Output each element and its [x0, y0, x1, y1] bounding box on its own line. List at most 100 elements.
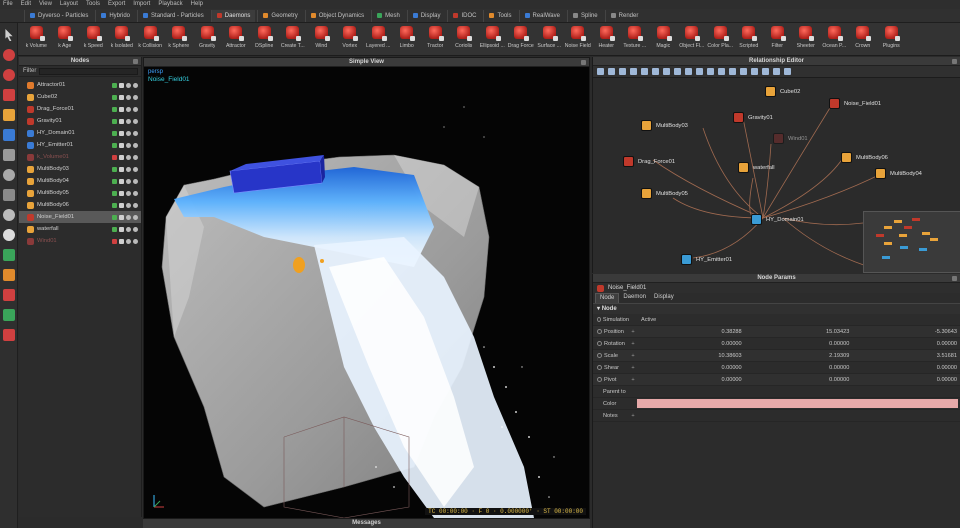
- pivot-y-field[interactable]: 0.00000: [745, 377, 853, 383]
- render-flag-icon[interactable]: [126, 238, 131, 244]
- scale-y-field[interactable]: 2.19309: [745, 353, 853, 359]
- select-tool-icon[interactable]: [5, 29, 13, 41]
- pencil-tool-icon[interactable]: [3, 109, 15, 121]
- expand-icon[interactable]: +: [629, 353, 637, 359]
- node-item-drag-force01[interactable]: Drag_Force01: [19, 103, 141, 115]
- visibility-flag-icon[interactable]: [119, 178, 124, 184]
- tool-object-fl[interactable]: Object Fl...: [678, 23, 707, 56]
- tool-heater[interactable]: Heater: [592, 23, 621, 56]
- tab-mesh[interactable]: Mesh: [371, 9, 405, 22]
- panel-close-icon[interactable]: [952, 276, 957, 281]
- graph-minimap[interactable]: [863, 211, 960, 273]
- tool-k-collision[interactable]: k Collision: [136, 23, 165, 56]
- node-item-gravity01[interactable]: Gravity01: [19, 115, 141, 127]
- simulation-flag-icon[interactable]: [112, 238, 117, 244]
- brush-tool-icon[interactable]: [3, 249, 15, 261]
- visibility-flag-icon[interactable]: [119, 82, 124, 88]
- tab-daemons[interactable]: Daemons: [210, 9, 256, 22]
- visibility-flag-icon[interactable]: [119, 166, 124, 172]
- tool-tractor[interactable]: Tractor: [421, 23, 450, 56]
- node-item-wind01[interactable]: Wind01: [19, 235, 141, 247]
- render-flag-icon[interactable]: [126, 202, 131, 208]
- hide-icon[interactable]: [762, 68, 769, 75]
- tool-vortex[interactable]: Vortex: [336, 23, 365, 56]
- render-flag-icon[interactable]: [126, 118, 131, 124]
- tool-crown[interactable]: Crown: [849, 23, 878, 56]
- shear-y-field[interactable]: 0.00000: [745, 365, 853, 371]
- graph-node-wind01[interactable]: Wind01: [773, 133, 808, 144]
- globe-tool-icon[interactable]: [3, 209, 15, 221]
- tab-tools[interactable]: Tools: [483, 9, 516, 22]
- panel-close-icon[interactable]: [581, 60, 586, 65]
- simulation-flag-icon[interactable]: [112, 142, 117, 148]
- export-flag-icon[interactable]: [133, 238, 138, 244]
- menu-import[interactable]: Import: [133, 0, 150, 9]
- visibility-flag-icon[interactable]: [119, 202, 124, 208]
- menu-view[interactable]: View: [39, 0, 52, 9]
- graph-node-multibody05[interactable]: MultiBody05: [641, 188, 688, 199]
- visibility-flag-icon[interactable]: [119, 118, 124, 124]
- render-flag-icon[interactable]: [126, 154, 131, 160]
- messages-bar[interactable]: Messages: [143, 519, 590, 528]
- rotation-y-field[interactable]: 0.00000: [745, 341, 853, 347]
- export-icon[interactable]: [718, 68, 725, 75]
- tab-spline[interactable]: Spline: [566, 9, 603, 22]
- tab-daemon[interactable]: Daemon: [619, 293, 650, 303]
- tool-k-sphere[interactable]: k Sphere: [165, 23, 194, 56]
- export-tool-icon[interactable]: [3, 309, 15, 321]
- tool-scripted[interactable]: Scripted: [735, 23, 764, 56]
- tool-layered[interactable]: Layered ...: [364, 23, 393, 56]
- rotate-tool-icon[interactable]: [3, 69, 15, 81]
- settings-icon[interactable]: [729, 68, 736, 75]
- tab-hybrido[interactable]: Hybrido: [95, 9, 135, 22]
- simulation-flag-icon[interactable]: [112, 190, 117, 196]
- shear-x-field[interactable]: 0.00000: [637, 365, 745, 371]
- render-flag-icon[interactable]: [126, 94, 131, 100]
- position-radio[interactable]: [597, 329, 602, 334]
- layers-icon[interactable]: [751, 68, 758, 75]
- pin-icon[interactable]: [740, 68, 747, 75]
- visibility-flag-icon[interactable]: [119, 238, 124, 244]
- scale-tool-icon[interactable]: [3, 89, 15, 101]
- simulation-radio[interactable]: [597, 317, 601, 322]
- simulation-flag-icon[interactable]: [112, 106, 117, 112]
- node-item-multibody05[interactable]: MultiBody05: [19, 187, 141, 199]
- export-flag-icon[interactable]: [133, 202, 138, 208]
- color-swatch[interactable]: [637, 399, 958, 408]
- tab-node[interactable]: Node: [595, 293, 620, 303]
- visibility-flag-icon[interactable]: [119, 190, 124, 196]
- tool-texture[interactable]: Texture ...: [621, 23, 650, 56]
- graph-node-cube02[interactable]: Cube02: [765, 86, 800, 97]
- graph-node-hy-domain01[interactable]: HY_Domain01: [751, 214, 804, 225]
- cube-tool-icon[interactable]: [3, 149, 15, 161]
- help-icon[interactable]: [784, 68, 791, 75]
- export-flag-icon[interactable]: [133, 142, 138, 148]
- export-flag-icon[interactable]: [133, 82, 138, 88]
- home-icon[interactable]: [597, 68, 604, 75]
- unlink-icon[interactable]: [652, 68, 659, 75]
- simulation-flag-icon[interactable]: [112, 130, 117, 136]
- position-y-field[interactable]: 15.03423: [745, 329, 853, 335]
- viewport-canvas[interactable]: persp Noise_Field01 TC 00:00:00 · F 0 · …: [144, 67, 589, 518]
- graph-node-gravity01[interactable]: Gravity01: [733, 112, 773, 123]
- search-icon[interactable]: [663, 68, 670, 75]
- scale-z-field[interactable]: 3.51681: [852, 353, 960, 359]
- render-flag-icon[interactable]: [126, 142, 131, 148]
- tool-noise-field[interactable]: Noise Field: [564, 23, 593, 56]
- pivot-x-field[interactable]: 0.00000: [637, 377, 745, 383]
- expand-icon[interactable]: +: [629, 329, 637, 335]
- tab-realwave[interactable]: RealWave: [518, 9, 565, 22]
- tool-k-isolated[interactable]: k Isolated: [108, 23, 137, 56]
- record-tool-icon[interactable]: [3, 329, 15, 341]
- layout-icon[interactable]: [630, 68, 637, 75]
- tool-wind[interactable]: Wind: [307, 23, 336, 56]
- simulation-flag-icon[interactable]: [112, 214, 117, 220]
- tool-filter[interactable]: Filter: [763, 23, 792, 56]
- export-flag-icon[interactable]: [133, 190, 138, 196]
- tab-display[interactable]: Display: [650, 293, 678, 303]
- position-z-field[interactable]: -5.30643: [852, 329, 960, 335]
- tool-create-t[interactable]: Create T...: [279, 23, 308, 56]
- expand-icon[interactable]: +: [629, 377, 637, 383]
- zoom-icon[interactable]: [674, 68, 681, 75]
- grid-tool-icon[interactable]: [3, 189, 15, 201]
